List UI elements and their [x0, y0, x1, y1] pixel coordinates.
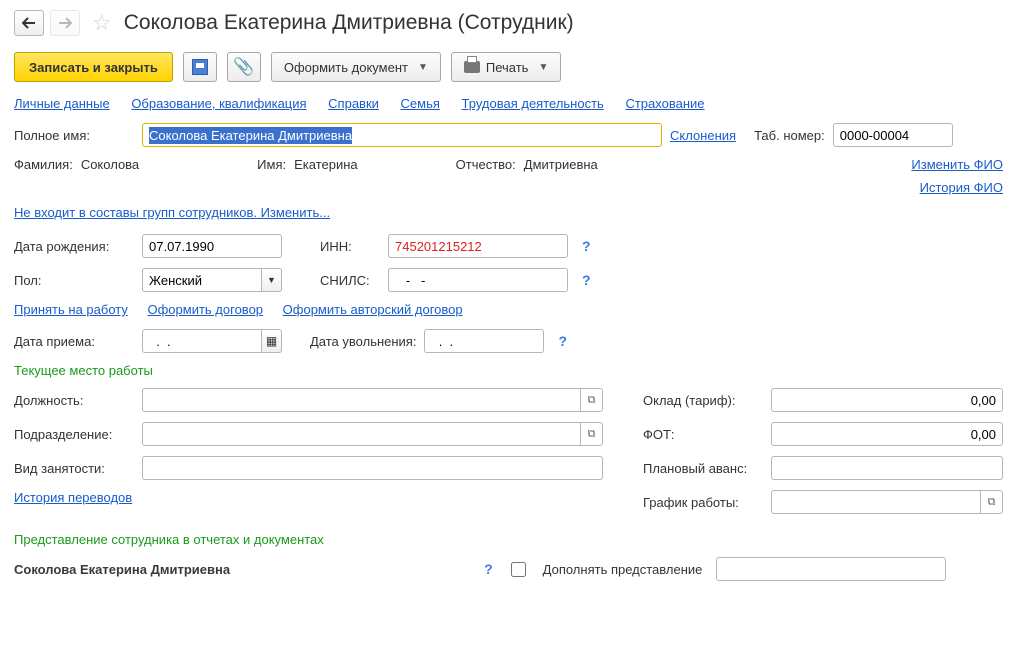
birthdate-input[interactable]	[142, 234, 282, 258]
schedule-open-button[interactable]: ⧉	[980, 490, 1002, 514]
contract-link[interactable]: Оформить договор	[148, 302, 264, 317]
tab-education[interactable]: Образование, квалификация	[131, 96, 306, 111]
favorite-star-icon[interactable]: ☆	[92, 10, 112, 36]
current-workplace-heading: Текущее место работы	[14, 363, 1003, 378]
sex-select[interactable]	[142, 268, 262, 292]
position-label: Должность:	[14, 393, 134, 408]
chevron-down-icon: ▼	[418, 62, 428, 73]
fot-input[interactable]	[771, 422, 1003, 446]
representation-heading: Представление сотрудника в отчетах и док…	[14, 532, 1003, 547]
patronymic-label: Отчество:	[456, 157, 516, 172]
representation-suffix-input[interactable]	[716, 557, 946, 581]
author-contract-link[interactable]: Оформить авторский договор	[283, 302, 463, 317]
print-menu[interactable]: Печать▼	[451, 52, 562, 82]
sex-label: Пол:	[14, 273, 134, 288]
tab-family[interactable]: Семья	[401, 96, 440, 111]
fire-date-input[interactable]	[424, 329, 544, 353]
attach-button[interactable]: 📎	[227, 52, 261, 82]
representation-help-icon[interactable]: ?	[484, 561, 493, 577]
transfers-history-link[interactable]: История переводов	[14, 490, 132, 505]
nav-back-button[interactable]	[14, 10, 44, 36]
printer-icon	[464, 61, 480, 73]
nav-forward-button	[50, 10, 80, 36]
tabno-input[interactable]	[833, 123, 953, 147]
fullname-field-wrap: Соколова Екатерина Дмитриевна	[142, 123, 662, 147]
fullname-label: Полное имя:	[14, 128, 134, 143]
fot-label: ФОТ:	[643, 427, 763, 442]
snils-help-icon[interactable]: ?	[582, 272, 591, 288]
hire-date-input[interactable]	[142, 329, 262, 353]
tabno-label: Таб. номер:	[754, 128, 825, 143]
fire-date-label: Дата увольнения:	[310, 334, 416, 349]
salary-input[interactable]	[771, 388, 1003, 412]
patronymic-value: Дмитриевна	[524, 157, 598, 172]
tab-personal[interactable]: Личные данные	[14, 96, 110, 111]
emptype-input[interactable]	[142, 456, 603, 480]
add-representation-checkbox[interactable]	[511, 562, 526, 577]
tab-references[interactable]: Справки	[328, 96, 379, 111]
calendar-icon: ▦	[266, 334, 277, 348]
inn-input[interactable]	[388, 234, 568, 258]
paperclip-icon: 📎	[233, 57, 254, 77]
snils-label: СНИЛС:	[320, 273, 380, 288]
inn-label: ИНН:	[320, 239, 380, 254]
surname-label: Фамилия:	[14, 157, 73, 172]
department-label: Подразделение:	[14, 427, 134, 442]
save-button[interactable]	[183, 52, 217, 82]
department-open-button[interactable]: ⧉	[580, 422, 602, 446]
change-fio-link[interactable]: Изменить ФИО	[911, 157, 1003, 172]
tab-insurance[interactable]: Страхование	[625, 96, 704, 111]
inn-help-icon[interactable]: ?	[582, 238, 591, 254]
chevron-down-icon: ▼	[538, 62, 548, 73]
tabs-bar: Личные данные Образование, квалификация …	[14, 96, 1003, 111]
hire-link[interactable]: Принять на работу	[14, 302, 128, 317]
name-label: Имя:	[257, 157, 286, 172]
department-input[interactable]: ⧉	[142, 422, 603, 446]
schedule-label: График работы:	[643, 495, 763, 510]
declensions-link[interactable]: Склонения	[670, 128, 736, 143]
groups-link[interactable]: Не входит в составы групп сотрудников. И…	[14, 205, 330, 220]
tab-work[interactable]: Трудовая деятельность	[462, 96, 604, 111]
floppy-icon	[192, 59, 208, 75]
save-and-close-button[interactable]: Записать и закрыть	[14, 52, 173, 82]
create-document-menu[interactable]: Оформить документ▼	[271, 52, 441, 82]
schedule-input[interactable]: ⧉	[771, 490, 1003, 514]
position-input[interactable]: ⧉	[142, 388, 603, 412]
salary-label: Оклад (тариф):	[643, 393, 763, 408]
arrow-left-icon	[22, 17, 36, 29]
add-representation-label: Дополнять представление	[543, 562, 703, 577]
chevron-down-icon: ▼	[267, 275, 276, 285]
arrow-right-icon	[58, 17, 72, 29]
hire-date-label: Дата приема:	[14, 334, 134, 349]
hire-date-picker-button[interactable]: ▦	[262, 329, 282, 353]
birthdate-label: Дата рождения:	[14, 239, 134, 254]
fullname-input[interactable]: Соколова Екатерина Дмитриевна	[143, 126, 661, 145]
advance-label: Плановый аванс:	[643, 461, 763, 476]
page-title: Соколова Екатерина Дмитриевна (Сотрудник…	[124, 11, 574, 35]
representation-name: Соколова Екатерина Дмитриевна	[14, 562, 230, 577]
name-value: Екатерина	[294, 157, 358, 172]
fire-date-help-icon[interactable]: ?	[558, 333, 567, 349]
sex-dropdown-button[interactable]: ▼	[262, 268, 282, 292]
position-open-button[interactable]: ⧉	[580, 388, 602, 412]
advance-input[interactable]	[771, 456, 1003, 480]
snils-input[interactable]	[388, 268, 568, 292]
history-fio-link[interactable]: История ФИО	[920, 180, 1003, 195]
surname-value: Соколова	[81, 157, 139, 172]
emptype-label: Вид занятости:	[14, 461, 134, 476]
